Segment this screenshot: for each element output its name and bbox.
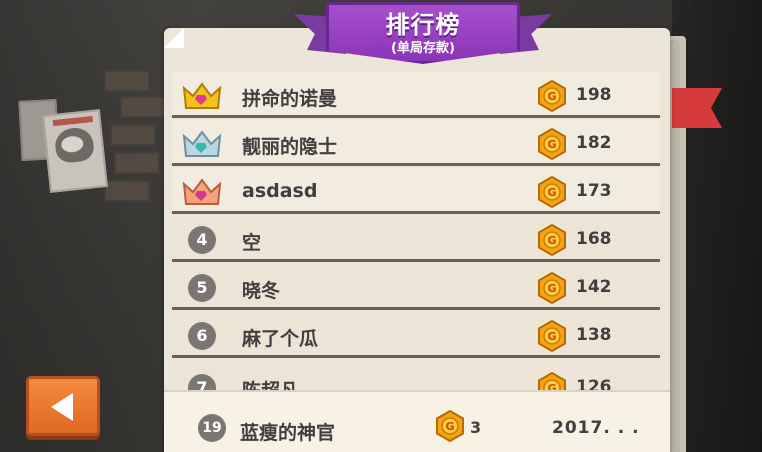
my-rank-badge: 19 xyxy=(198,414,226,442)
page-subtitle: (单局存款) xyxy=(391,41,455,56)
svg-text:G: G xyxy=(547,282,556,295)
rank-badge: 5 xyxy=(188,274,216,302)
player-score: 168 xyxy=(576,229,612,249)
my-record-date: 2017. . . xyxy=(552,418,640,438)
rank-badge: 6 xyxy=(188,322,216,350)
player-name: 空 xyxy=(242,232,262,254)
player-score: 142 xyxy=(576,277,612,297)
leaderboard-row-partial[interactable]: 7 陈超凡 G 126 xyxy=(172,364,660,390)
svg-text:G: G xyxy=(547,330,556,343)
gold-coin-icon: G xyxy=(538,372,566,390)
gold-coin-icon: G xyxy=(538,128,566,160)
brick-decoration xyxy=(110,124,156,146)
leaderboard-row[interactable]: asdasd G 173 xyxy=(172,168,660,214)
rank-badge: 4 xyxy=(188,226,216,254)
player-score: 126 xyxy=(576,377,612,390)
my-score: 3 xyxy=(470,418,482,437)
bronze-crown-icon xyxy=(182,178,222,205)
player-name: 晓冬 xyxy=(242,280,281,302)
svg-text:G: G xyxy=(547,382,556,390)
gold-coin-icon: G xyxy=(436,410,464,442)
leaderboard-row[interactable]: 4 空 G 168 xyxy=(172,216,660,262)
player-name: 靓丽的隐士 xyxy=(242,136,338,158)
gold-coin-icon: G xyxy=(538,80,566,112)
brick-decoration xyxy=(104,70,150,92)
leaderboard-row[interactable]: 6 麻了个瓜 G 138 xyxy=(172,312,660,358)
player-score: 198 xyxy=(576,85,612,105)
brick-decoration xyxy=(120,96,166,118)
gold-coin-icon: G xyxy=(538,176,566,208)
player-score: 182 xyxy=(576,133,612,153)
svg-text:G: G xyxy=(547,138,556,151)
player-name: 麻了个瓜 xyxy=(242,328,319,350)
player-name: asdasd xyxy=(242,180,318,202)
leaderboard-row[interactable]: 靓丽的隐士 G 182 xyxy=(172,120,660,166)
rank-badge: 7 xyxy=(188,374,216,390)
player-score: 138 xyxy=(576,325,612,345)
brick-decoration xyxy=(114,152,160,174)
gold-crown-icon xyxy=(182,82,222,109)
page-corner-fold xyxy=(164,28,184,48)
wanted-poster xyxy=(42,109,108,193)
leaderboard-row[interactable]: 5 晓冬 G 142 xyxy=(172,264,660,310)
svg-text:G: G xyxy=(445,420,454,433)
brick-decoration xyxy=(104,180,150,202)
svg-text:G: G xyxy=(547,234,556,247)
leaderboard-row[interactable]: 拼命的诺曼 G 198 xyxy=(172,72,660,118)
player-name: 陈超凡 xyxy=(242,376,299,390)
player-score: 173 xyxy=(576,181,612,201)
silver-crown-icon xyxy=(182,130,222,157)
my-player-name: 蓝瘦的神官 xyxy=(240,422,336,444)
my-rank-footer: 19 蓝瘦的神官 G 3 2017. . . xyxy=(164,390,670,452)
back-button[interactable] xyxy=(26,376,100,436)
gold-coin-icon: G xyxy=(538,272,566,304)
player-name: 拼命的诺曼 xyxy=(242,88,338,110)
gold-coin-icon: G xyxy=(538,224,566,256)
page-title: 排行榜 xyxy=(385,11,461,39)
svg-text:G: G xyxy=(547,186,556,199)
back-arrow-icon xyxy=(51,393,73,421)
gold-coin-icon: G xyxy=(538,320,566,352)
svg-text:G: G xyxy=(547,90,556,103)
